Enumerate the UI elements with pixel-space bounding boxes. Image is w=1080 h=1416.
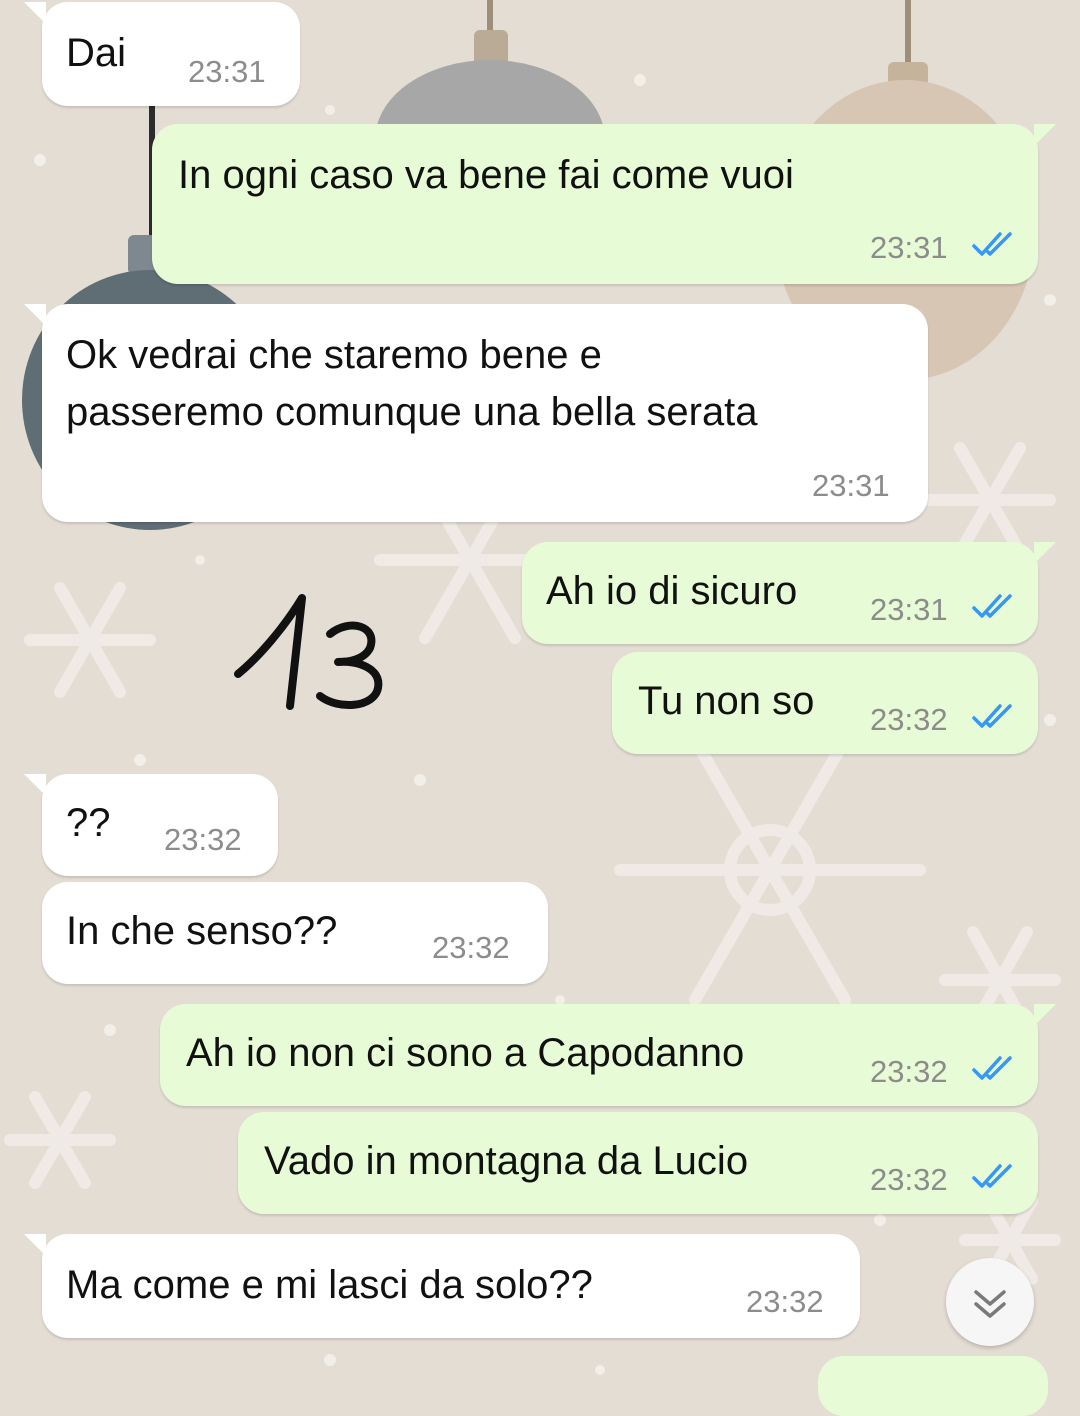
message-bubble-incoming[interactable]: Ok vedrai che staremo bene e passeremo c… [24, 304, 928, 522]
message-time: 23:31 [812, 468, 890, 503]
read-receipt-icon [972, 594, 1012, 618]
double-chevron-down-icon [974, 1290, 1006, 1318]
message-text: Ah io non ci sono a Capodanno [186, 1031, 745, 1075]
message-bubble-incoming[interactable]: Ma come e mi lasci da solo?? 23:32 [24, 1234, 860, 1338]
message-time: 23:32 [870, 1054, 948, 1089]
message-text: In ogni caso va bene fai come vuoi [178, 153, 794, 197]
read-receipt-icon [972, 1164, 1012, 1188]
message-time: 23:32 [746, 1284, 824, 1319]
message-text: In che senso?? [66, 909, 338, 953]
message-time: 23:31 [870, 592, 948, 627]
message-text: Ma come e mi lasci da solo?? [66, 1263, 593, 1307]
message-bubble-outgoing[interactable]: Tu non so 23:32 [612, 652, 1038, 754]
message-bubble-incoming[interactable]: ?? 23:32 [24, 774, 278, 876]
message-bubble-outgoing[interactable]: Vado in montagna da Lucio 23:32 [238, 1112, 1038, 1214]
message-text: ?? [66, 801, 111, 845]
message-bubble-incoming[interactable]: In che senso?? 23:32 [42, 882, 548, 984]
handwritten-annotation [234, 594, 383, 710]
message-time: 23:31 [188, 54, 266, 89]
message-text: Dai [66, 31, 127, 75]
message-bubble-outgoing-partial[interactable] [818, 1356, 1048, 1416]
message-time: 23:32 [870, 1162, 948, 1197]
message-time: 23:32 [870, 702, 948, 737]
message-text: Tu non so [638, 679, 815, 723]
read-receipt-icon [972, 704, 1012, 728]
read-receipt-icon [972, 1056, 1012, 1080]
read-receipt-icon [972, 232, 1012, 256]
message-bubble-outgoing[interactable]: In ogni caso va bene fai come vuoi 23:31 [152, 124, 1056, 284]
message-time: 23:32 [432, 930, 510, 965]
message-bubble-outgoing[interactable]: Ah io di sicuro 23:31 [522, 542, 1056, 644]
message-text: passeremo comunque una bella serata [66, 390, 758, 434]
message-time: 23:32 [164, 822, 242, 857]
message-bubble-incoming[interactable]: Dai 23:31 [24, 2, 300, 106]
message-text: Ok vedrai che staremo bene e [66, 333, 602, 377]
message-text: Ah io di sicuro [546, 569, 798, 613]
message-time: 23:31 [870, 230, 948, 265]
message-bubble-outgoing[interactable]: Ah io non ci sono a Capodanno 23:32 [160, 1004, 1056, 1106]
scroll-to-bottom-button[interactable] [946, 1258, 1034, 1346]
message-text: Vado in montagna da Lucio [264, 1139, 749, 1183]
